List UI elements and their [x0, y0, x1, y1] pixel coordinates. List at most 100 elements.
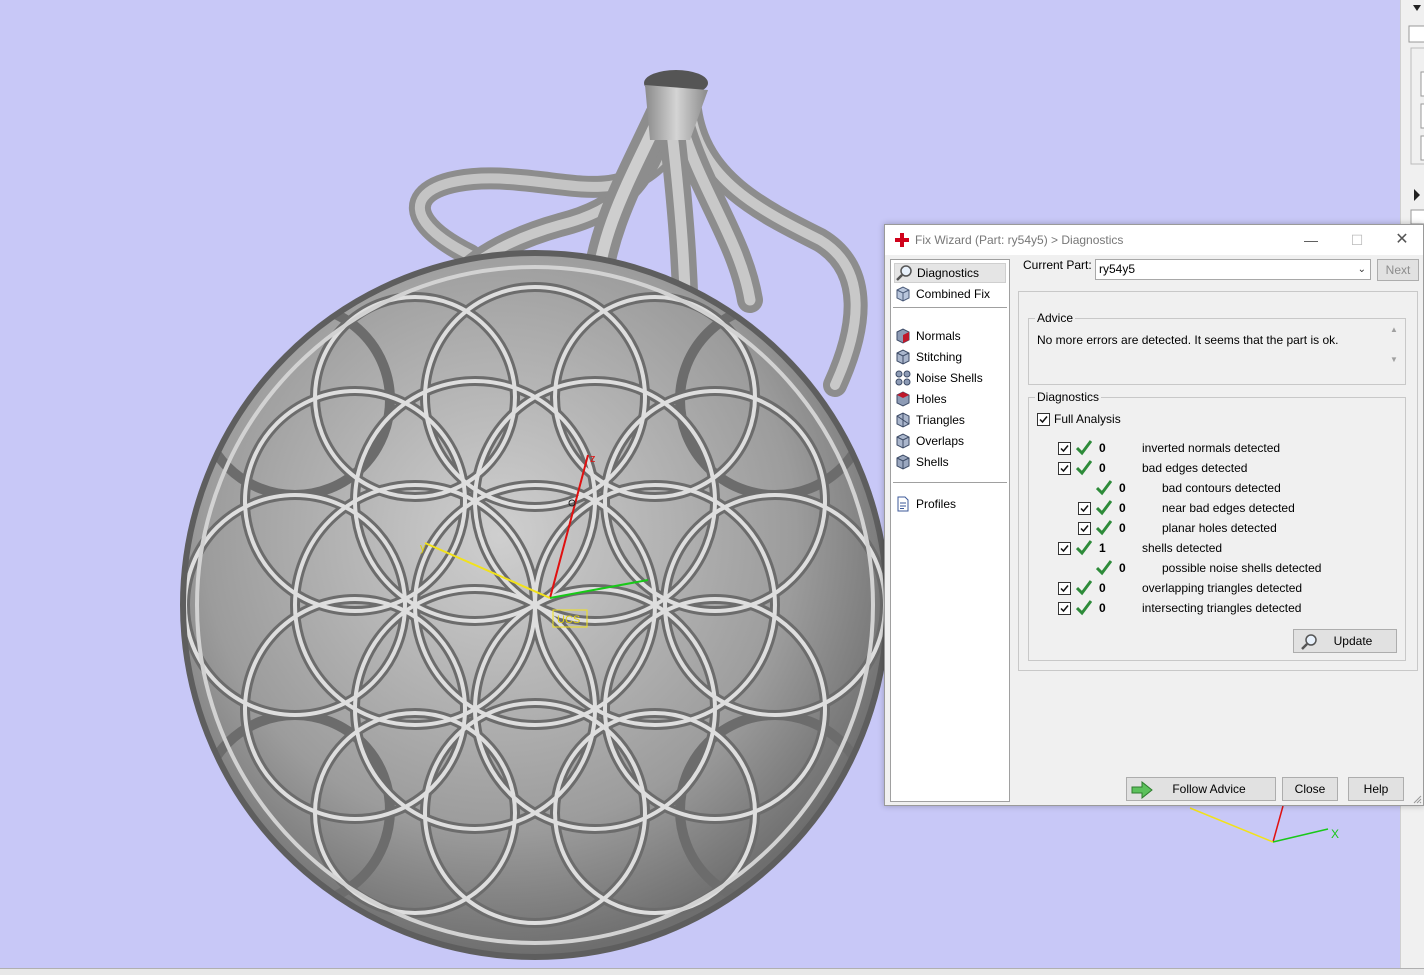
- nav-label: Combined Fix: [916, 287, 991, 301]
- shells-checkbox[interactable]: [1058, 542, 1071, 555]
- bad-contours-count: 0: [1119, 481, 1126, 495]
- nav-label: Profiles: [916, 497, 957, 511]
- nav-label: Holes: [916, 392, 947, 406]
- overlapping-triangles-checkbox[interactable]: [1058, 582, 1071, 595]
- ucs-label: UCS: [557, 614, 580, 626]
- magnifier-icon: [896, 265, 912, 281]
- advice-group: Advice No more errors are detected. It s…: [1028, 311, 1406, 385]
- nav-item-combined-fix[interactable]: Combined Fix: [894, 284, 1006, 304]
- minimize-button[interactable]: —: [1297, 229, 1325, 251]
- advice-scrollbar[interactable]: ▲ ▼: [1387, 323, 1401, 369]
- current-part-label: Current Part:: [1023, 258, 1092, 272]
- diagnostics-legend: Diagnostics: [1035, 390, 1102, 404]
- intersecting-triangles-count: 0: [1099, 601, 1106, 615]
- inverted-normals-count: 0: [1099, 441, 1106, 455]
- axis-y-label: y: [420, 542, 426, 554]
- diagnostics-page: Advice No more errors are detected. It s…: [1018, 291, 1418, 671]
- nav-separator: [893, 307, 1007, 308]
- shells-count: 1: [1099, 541, 1106, 555]
- green-check-icon: [1096, 560, 1112, 576]
- triangles-cube-icon: [896, 412, 910, 428]
- nav-label: Diagnostics: [917, 266, 980, 280]
- bad-edges-checkbox[interactable]: [1058, 462, 1071, 475]
- help-button[interactable]: Help: [1348, 777, 1404, 801]
- diagnostics-group: Diagnostics Full Analysis 0 inverted nor…: [1028, 390, 1406, 661]
- green-arrow-icon: [1131, 781, 1153, 799]
- near-bad-edges-checkbox[interactable]: [1078, 502, 1091, 515]
- bottom-ruler: [0, 968, 1424, 975]
- overlapping-triangles-label: overlapping triangles detected: [1142, 581, 1303, 595]
- world-axis-x-label: X: [1331, 827, 1339, 841]
- bad-edges-count: 0: [1099, 461, 1106, 475]
- maximize-button[interactable]: ☐: [1343, 229, 1371, 251]
- nav-label: Noise Shells: [916, 371, 983, 385]
- nav-item-shells[interactable]: Shells: [894, 452, 1006, 472]
- nav-separator: [893, 482, 1007, 483]
- close-window-button[interactable]: ✕: [1388, 229, 1416, 251]
- update-label: Update: [1333, 634, 1373, 648]
- stitching-cube-icon: [896, 349, 910, 365]
- noise-shells-icon: [895, 370, 911, 386]
- next-button[interactable]: Next: [1377, 259, 1419, 281]
- magnifier-icon: [1301, 634, 1317, 650]
- nav-item-profiles[interactable]: Profiles: [894, 494, 1006, 514]
- nav-item-normals[interactable]: Normals: [894, 326, 1006, 346]
- nav-item-overlaps[interactable]: Overlaps: [894, 431, 1006, 451]
- noise-shells-count: 0: [1119, 561, 1126, 575]
- nav-label: Overlaps: [916, 434, 965, 448]
- inverted-normals-checkbox[interactable]: [1058, 442, 1071, 455]
- profiles-doc-icon: [897, 496, 909, 512]
- planar-holes-count: 0: [1119, 521, 1126, 535]
- normals-cube-icon: [896, 328, 910, 344]
- update-button[interactable]: Update: [1293, 629, 1397, 653]
- current-part-value: ry54y5: [1099, 262, 1136, 276]
- bad-contours-label: bad contours detected: [1162, 481, 1281, 495]
- shells-cube-icon: [896, 454, 910, 470]
- intersecting-triangles-checkbox[interactable]: [1058, 602, 1071, 615]
- green-check-icon: [1096, 480, 1112, 496]
- green-check-icon: [1076, 440, 1092, 456]
- nav-label: Normals: [916, 329, 961, 343]
- world-axes: [1189, 805, 1329, 843]
- full-analysis-label: Full Analysis: [1054, 412, 1121, 426]
- right-strip-widgets: [1408, 5, 1424, 225]
- planar-holes-checkbox[interactable]: [1078, 522, 1091, 535]
- fix-wizard-dialog: Fix Wizard (Part: ry54y5) > Diagnostics …: [884, 224, 1424, 806]
- nav-item-stitching[interactable]: Stitching: [894, 347, 1006, 367]
- green-check-icon: [1076, 540, 1092, 556]
- red-cross-icon: [895, 233, 909, 247]
- full-analysis-checkbox[interactable]: [1037, 413, 1050, 426]
- current-part-select[interactable]: ry54y5 ⌄: [1095, 259, 1371, 280]
- cube-icon: [896, 286, 910, 302]
- nav-label: Triangles: [916, 413, 965, 427]
- holes-cube-icon: [896, 391, 910, 407]
- noise-shells-label: possible noise shells detected: [1162, 561, 1322, 575]
- green-check-icon: [1076, 600, 1092, 616]
- nav-label: Shells: [916, 455, 949, 469]
- close-button[interactable]: Close: [1282, 777, 1338, 801]
- nav-item-noise-shells[interactable]: Noise Shells: [894, 368, 1006, 388]
- nav-item-diagnostics[interactable]: Diagnostics: [894, 263, 1006, 283]
- nav-label: Stitching: [916, 350, 963, 364]
- green-check-icon: [1076, 460, 1092, 476]
- advice-legend: Advice: [1035, 311, 1076, 325]
- advice-text: No more errors are detected. It seems th…: [1037, 333, 1339, 347]
- overlaps-cube-icon: [896, 433, 910, 449]
- green-check-icon: [1096, 520, 1112, 536]
- nav-item-triangles[interactable]: Triangles: [894, 410, 1006, 430]
- planar-holes-label: planar holes detected: [1162, 521, 1277, 535]
- bad-edges-label: bad edges detected: [1142, 461, 1248, 475]
- follow-advice-button[interactable]: Follow Advice: [1126, 777, 1276, 801]
- dialog-titlebar[interactable]: Fix Wizard (Part: ry54y5) > Diagnostics …: [885, 225, 1423, 255]
- chevron-down-icon: ⌄: [1357, 264, 1366, 275]
- inverted-normals-label: inverted normals detected: [1142, 441, 1281, 455]
- resize-grip-icon[interactable]: [1412, 794, 1422, 804]
- shells-label: shells detected: [1142, 541, 1223, 555]
- axis-z-label: z: [590, 453, 596, 465]
- intersecting-triangles-label: intersecting triangles detected: [1142, 601, 1302, 615]
- near-bad-edges-count: 0: [1119, 501, 1126, 515]
- nav-item-holes[interactable]: Holes: [894, 389, 1006, 409]
- fix-navigation-panel: Diagnostics Combined Fix Normals Stitchi…: [890, 259, 1010, 802]
- green-check-icon: [1076, 580, 1092, 596]
- green-check-icon: [1096, 500, 1112, 516]
